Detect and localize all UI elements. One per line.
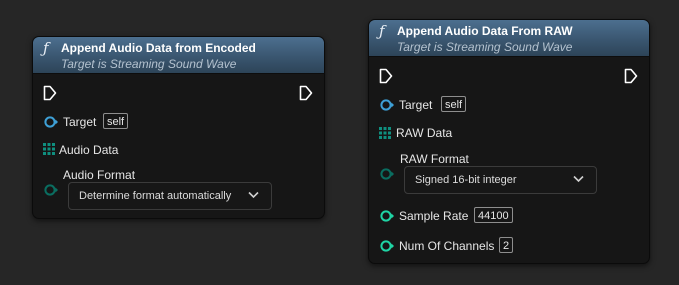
function-icon: ƒ bbox=[43, 39, 49, 57]
node-header[interactable]: ƒ Append Audio Data From RAW Target is S… bbox=[369, 20, 649, 57]
raw-format-pin-icon[interactable] bbox=[379, 167, 395, 181]
num-of-channels-label: Num Of Channels bbox=[399, 239, 495, 253]
audio-format-label: Audio Format bbox=[63, 168, 136, 182]
chevron-down-icon bbox=[248, 191, 259, 199]
target-label: Target bbox=[63, 115, 97, 129]
raw-format-label: RAW Format bbox=[400, 152, 469, 166]
target-label: Target bbox=[399, 98, 433, 112]
exec-output-pin-icon[interactable] bbox=[299, 85, 313, 101]
chevron-down-icon bbox=[573, 175, 584, 183]
node-title: Append Audio Data from Encoded bbox=[61, 41, 256, 55]
sample-rate-label: Sample Rate bbox=[399, 209, 469, 223]
exec-input-pin-icon[interactable] bbox=[43, 85, 57, 101]
target-pin-icon[interactable] bbox=[379, 98, 395, 112]
function-icon: ƒ bbox=[379, 22, 385, 40]
byte-array-pin-icon[interactable] bbox=[43, 143, 55, 155]
node-append-audio-data-from-encoded[interactable]: ƒ Append Audio Data from Encoded Target … bbox=[32, 36, 325, 219]
audio-format-value: Determine format automatically bbox=[79, 190, 232, 202]
audio-format-dropdown[interactable]: Determine format automatically bbox=[68, 182, 272, 210]
exec-input-pin-icon[interactable] bbox=[379, 68, 393, 84]
num-of-channels-value[interactable]: 2 bbox=[499, 237, 514, 253]
node-title: Append Audio Data From RAW bbox=[397, 24, 573, 38]
raw-format-value: Signed 16-bit integer bbox=[415, 174, 517, 186]
audio-format-pin-icon[interactable] bbox=[43, 183, 59, 197]
target-value[interactable]: self bbox=[103, 113, 129, 129]
sample-rate-value[interactable]: 44100 bbox=[474, 207, 513, 223]
byte-array-pin-icon[interactable] bbox=[379, 127, 391, 139]
audio-data-label: Audio Data bbox=[59, 143, 119, 157]
num-of-channels-pin-icon[interactable] bbox=[379, 239, 395, 253]
target-value[interactable]: self bbox=[441, 96, 467, 112]
raw-data-label: RAW Data bbox=[396, 126, 453, 140]
exec-output-pin-icon[interactable] bbox=[624, 68, 638, 84]
node-append-audio-data-from-raw[interactable]: ƒ Append Audio Data From RAW Target is S… bbox=[368, 19, 650, 264]
node-subtitle: Target is Streaming Sound Wave bbox=[61, 57, 237, 71]
node-header[interactable]: ƒ Append Audio Data from Encoded Target … bbox=[33, 37, 324, 74]
raw-format-dropdown[interactable]: Signed 16-bit integer bbox=[404, 166, 597, 194]
sample-rate-pin-icon[interactable] bbox=[379, 209, 395, 223]
target-pin-icon[interactable] bbox=[43, 115, 59, 129]
node-subtitle: Target is Streaming Sound Wave bbox=[397, 40, 573, 54]
